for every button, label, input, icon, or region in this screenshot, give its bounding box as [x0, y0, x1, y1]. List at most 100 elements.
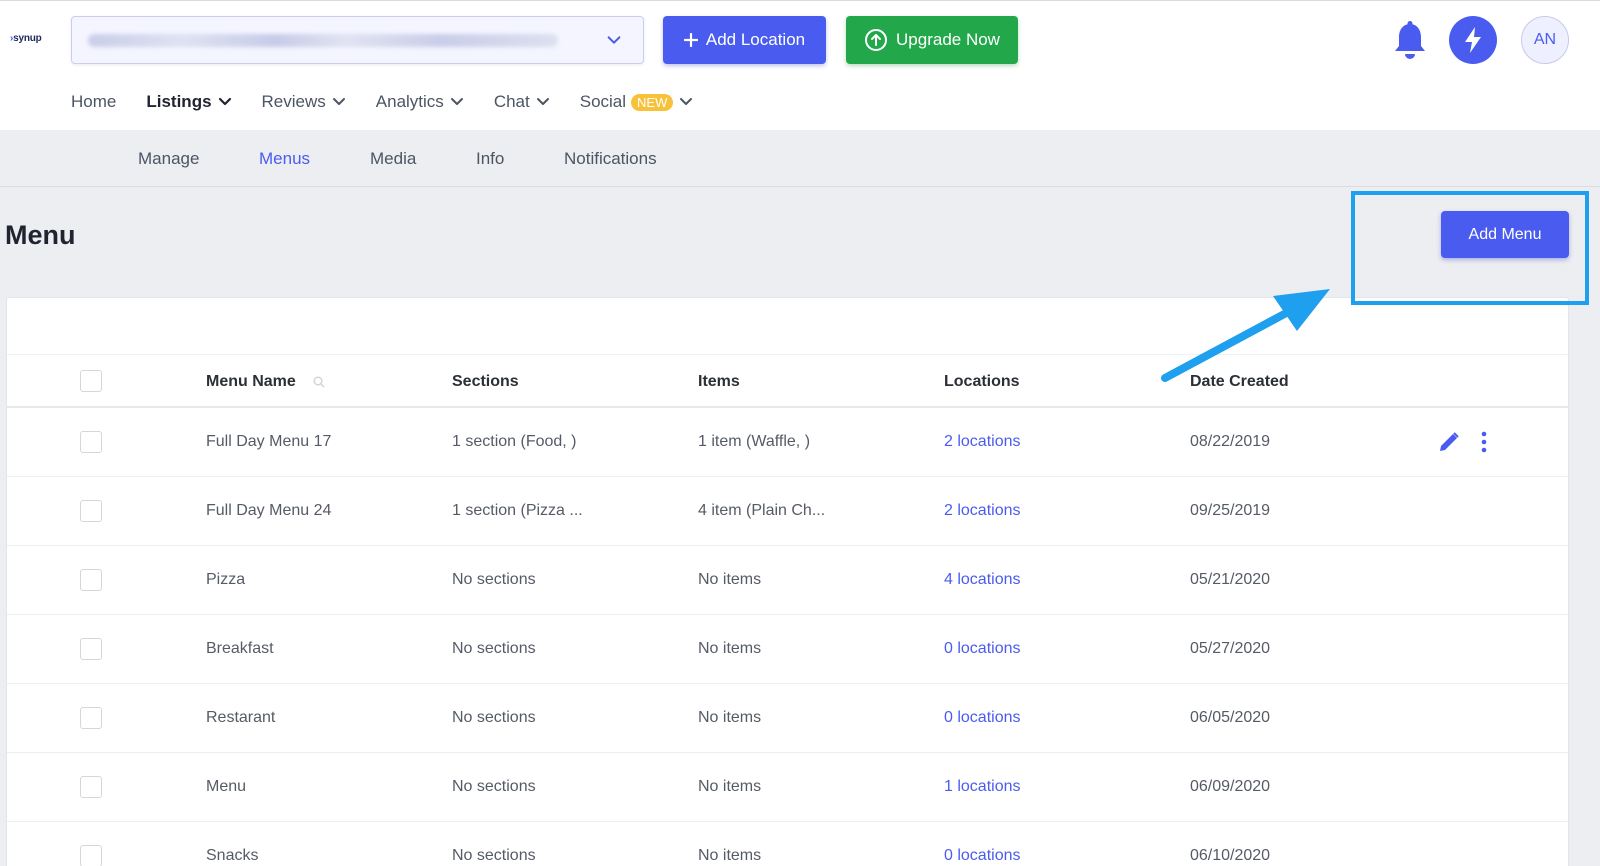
menu-name-cell: Full Day Menu 17 [206, 433, 332, 450]
tab-media[interactable]: Media [370, 149, 416, 169]
items-cell: 4 item (Plain Ch... [698, 502, 826, 519]
tab-notifications[interactable]: Notifications [564, 149, 657, 169]
top-header: ›synup Add Location Upgrade Now AN Home … [0, 0, 1600, 130]
sections-cell: No sections [452, 640, 536, 657]
add-location-button[interactable]: Add Location [663, 16, 826, 64]
synup-logo[interactable]: ›synup [10, 33, 42, 44]
blurred-location-text [88, 34, 558, 47]
menu-name-cell: Menu [206, 778, 247, 795]
chevron-down-icon [450, 98, 463, 105]
table-row[interactable]: Pizza No sections No items 4 locations 0… [7, 546, 1568, 615]
column-header-menu-name[interactable]: Menu Name [206, 373, 296, 391]
edit-pencil-icon[interactable] [1437, 430, 1461, 454]
add-location-label: Add Location [705, 30, 806, 49]
nav-label: Listings [146, 92, 212, 111]
nav-label: Chat [493, 92, 530, 111]
items-cell: 1 item (Waffle, ) [698, 433, 811, 450]
row-checkbox[interactable] [80, 776, 102, 798]
nav-item-analytics[interactable]: Analytics [376, 92, 464, 112]
nav-label: Reviews [261, 92, 326, 111]
locations-link[interactable]: 4 locations [944, 571, 1021, 589]
menu-name-cell: Breakfast [206, 640, 274, 657]
sections-cell: No sections [452, 847, 536, 864]
nav-item-listings[interactable]: Listings [146, 92, 231, 112]
sections-cell: 1 section (Food, ) [452, 433, 577, 450]
items-cell: No items [698, 640, 762, 657]
table-row[interactable]: Menu No sections No items 1 locations 06… [7, 753, 1568, 822]
sections-cell: No sections [452, 571, 536, 588]
nav-item-home[interactable]: Home [71, 92, 116, 112]
date-created-cell: 05/27/2020 [1190, 640, 1271, 657]
select-all-checkbox[interactable] [80, 370, 102, 392]
nav-label: Social [579, 92, 627, 111]
menu-name-cell: Full Day Menu 24 [206, 502, 332, 519]
row-actions [1437, 430, 1487, 454]
row-checkbox[interactable] [80, 707, 102, 729]
chevron-down-icon [218, 97, 231, 106]
items-cell: No items [698, 778, 762, 795]
nav-item-reviews[interactable]: Reviews [262, 92, 346, 112]
highlight-box [1351, 191, 1589, 305]
locations-link[interactable]: 1 locations [944, 778, 1021, 796]
nav-label: Analytics [375, 92, 444, 111]
locations-link[interactable]: 0 locations [944, 640, 1021, 658]
menu-name-cell: Restarant [206, 709, 276, 726]
annotation-arrow-icon [1161, 289, 1330, 382]
user-avatar[interactable]: AN [1521, 16, 1569, 64]
column-header-sections: Sections [452, 373, 519, 390]
quick-actions-button[interactable] [1449, 16, 1497, 64]
plus-icon [683, 33, 698, 47]
avatar-initials: AN [1533, 31, 1557, 48]
upload-circle-icon [865, 29, 888, 51]
row-checkbox[interactable] [80, 500, 102, 522]
row-checkbox[interactable] [80, 638, 102, 660]
search-icon[interactable] [313, 376, 325, 388]
page-title: Menu [5, 220, 76, 250]
listings-sub-navigation: Manage Menus Media Info Notifications [0, 130, 1600, 187]
tab-info[interactable]: Info [476, 149, 504, 169]
column-header-locations: Locations [944, 373, 1020, 390]
more-options-icon[interactable] [1481, 431, 1487, 453]
chevron-down-icon [332, 98, 345, 105]
sections-cell: No sections [452, 778, 536, 795]
date-created-cell: 05/21/2020 [1190, 571, 1271, 588]
locations-link[interactable]: 2 locations [944, 433, 1021, 451]
table-row[interactable]: Restarant No sections No items 0 locatio… [7, 684, 1568, 753]
upgrade-now-button[interactable]: Upgrade Now [846, 16, 1018, 64]
date-created-cell: 09/25/2019 [1190, 502, 1271, 519]
row-checkbox[interactable] [80, 569, 102, 591]
lightning-icon [1465, 27, 1481, 53]
table-row[interactable]: Full Day Menu 17 1 section (Food, ) 1 it… [7, 408, 1568, 477]
date-created-cell: 08/22/2019 [1190, 433, 1271, 450]
items-cell: No items [698, 847, 762, 864]
nav-item-chat[interactable]: Chat [494, 92, 550, 112]
locations-link[interactable]: 0 locations [944, 709, 1021, 727]
chevron-down-icon [536, 98, 549, 105]
menu-name-cell: Snacks [206, 847, 259, 864]
items-cell: No items [698, 709, 762, 726]
nav-label: Home [71, 92, 117, 111]
menu-name-cell: Pizza [206, 571, 246, 588]
date-created-cell: 06/09/2020 [1190, 778, 1271, 795]
date-created-cell: 06/05/2020 [1190, 709, 1271, 726]
sections-cell: No sections [452, 709, 536, 726]
table-row[interactable]: Breakfast No sections No items 0 locatio… [7, 615, 1568, 684]
locations-link[interactable]: 0 locations [944, 847, 1021, 865]
items-cell: No items [698, 571, 762, 588]
table-row[interactable]: Full Day Menu 24 1 section (Pizza ... 4 … [7, 477, 1568, 546]
tab-menus[interactable]: Menus [259, 149, 310, 169]
location-selector[interactable] [71, 16, 644, 64]
bell-icon[interactable] [1392, 20, 1428, 62]
tab-manage[interactable]: Manage [138, 149, 199, 169]
row-checkbox[interactable] [80, 431, 102, 453]
locations-link[interactable]: 2 locations [944, 502, 1021, 520]
column-header-items: Items [698, 373, 740, 390]
nav-item-social[interactable]: Social NEW [580, 92, 694, 112]
chevron-down-icon [680, 98, 693, 105]
chevron-down-icon [607, 36, 621, 44]
new-badge: NEW [631, 93, 674, 111]
date-created-cell: 06/10/2020 [1190, 847, 1271, 864]
main-navigation: Home Listings Reviews Analytics Chat Soc… [71, 91, 723, 113]
table-row[interactable]: Snacks No sections No items 0 locations … [7, 822, 1568, 866]
row-checkbox[interactable] [80, 845, 102, 866]
